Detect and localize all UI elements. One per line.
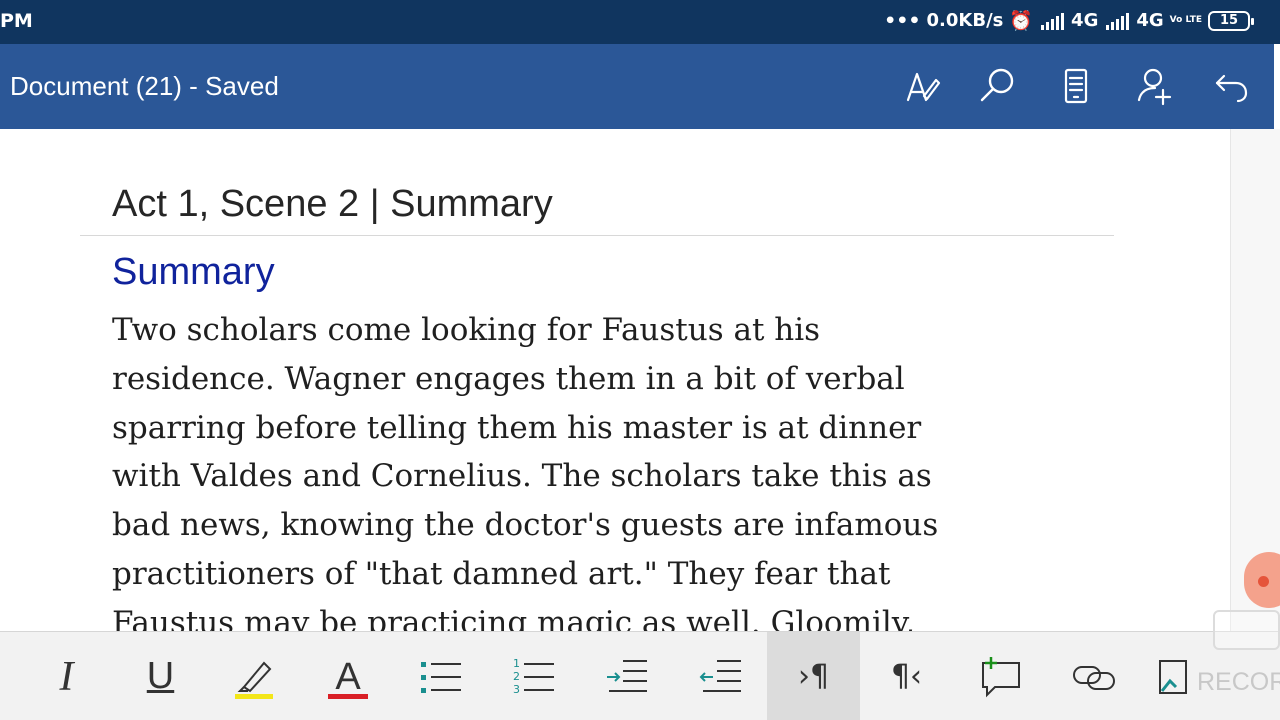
highlight-button[interactable]	[207, 632, 300, 720]
underline-button[interactable]: U	[114, 632, 207, 720]
undo-icon[interactable]	[1210, 64, 1254, 108]
signal-icon	[1039, 12, 1065, 30]
volte-badge: Vo LTE	[1169, 15, 1202, 25]
indent-icon	[606, 659, 647, 692]
italic-icon: I	[59, 653, 74, 700]
svg-text:3: 3	[513, 683, 520, 696]
reading-view-icon[interactable]	[1054, 64, 1098, 108]
paragraph-line: with Valdes and Cornelius. The scholars …	[112, 458, 932, 495]
network-speed: 0.0KB/s	[926, 10, 1004, 31]
font-color-letter: A	[335, 656, 361, 698]
rtl-paragraph-icon: ¶‹	[890, 659, 923, 694]
body-paragraph[interactable]: Two scholars come looking for Faustus at…	[112, 306, 1072, 631]
section-heading: Summary	[112, 251, 275, 293]
recorder-watermark: RECOR	[1197, 668, 1280, 696]
document-heading: Act 1, Scene 2 | Summary	[112, 183, 553, 225]
search-icon[interactable]	[976, 64, 1020, 108]
numbered-list-icon: 1 2 3	[513, 657, 554, 696]
bullet-list-icon	[420, 661, 461, 693]
format-toolbar: I U A 1 2 3 ›¶ ¶‹	[0, 631, 1280, 720]
underline-icon: U	[146, 655, 175, 697]
italic-button[interactable]: I	[20, 632, 113, 720]
record-button[interactable]	[1244, 552, 1280, 608]
ltr-paragraph-icon: ›¶	[797, 659, 830, 694]
new-comment-button[interactable]	[954, 632, 1047, 720]
draw-pen-icon[interactable]	[900, 64, 944, 108]
document-title[interactable]: Document (21) - Saved	[10, 71, 279, 102]
signal-icon-2	[1104, 12, 1130, 30]
dots-icon: •••	[884, 9, 921, 32]
title-bar: Document (21) - Saved	[0, 44, 1274, 129]
decrease-indent-button[interactable]	[674, 632, 767, 720]
increase-indent-button[interactable]	[580, 632, 673, 720]
rtl-direction-button[interactable]: ¶‹	[860, 632, 953, 720]
svg-text:2: 2	[513, 670, 520, 683]
svg-text:1: 1	[513, 657, 520, 670]
network-type-2: 4G	[1136, 10, 1164, 31]
heading-divider	[80, 235, 1114, 236]
outdent-icon	[699, 659, 741, 692]
link-icon	[1072, 665, 1115, 690]
status-icons: ••• 0.0KB/s ⏰ 4G 4G Vo LTE 15	[884, 9, 1254, 32]
font-color-button[interactable]: A	[301, 632, 394, 720]
paragraph-line: Faustus may be practicing magic as well.…	[112, 604, 916, 631]
insert-link-button[interactable]	[1047, 632, 1140, 720]
numbering-button[interactable]: 1 2 3	[487, 632, 580, 720]
paragraph-line: sparring before telling them his master …	[112, 409, 922, 446]
insert-picture-button[interactable]	[1140, 632, 1200, 720]
share-person-icon[interactable]	[1133, 64, 1177, 108]
bullets-button[interactable]	[394, 632, 487, 720]
paragraph-line: residence. Wagner engages them in a bit …	[112, 360, 905, 397]
document-page[interactable]: Act 1, Scene 2 | Summary Summary Two sch…	[0, 129, 1230, 631]
alarm-icon: ⏰	[1009, 10, 1034, 32]
highlighter-icon	[234, 661, 273, 699]
status-bar: PM ••• 0.0KB/s ⏰ 4G 4G Vo LTE 15	[0, 0, 1280, 44]
status-time: PM	[0, 10, 33, 32]
network-type-1: 4G	[1071, 10, 1099, 31]
battery-icon: 15	[1208, 10, 1254, 31]
paragraph-line: Two scholars come looking for Faustus at…	[112, 312, 821, 348]
picture-icon	[1159, 659, 1187, 694]
font-color-icon: A	[327, 656, 368, 699]
paragraph-line: practitioners of "that damned art." They…	[112, 555, 891, 592]
screen-recorder-overlay	[1213, 610, 1280, 650]
ltr-direction-button[interactable]: ›¶	[767, 632, 860, 720]
paragraph-line: bad news, knowing the doctor's guests ar…	[112, 507, 939, 544]
comment-add-icon	[981, 656, 1020, 697]
